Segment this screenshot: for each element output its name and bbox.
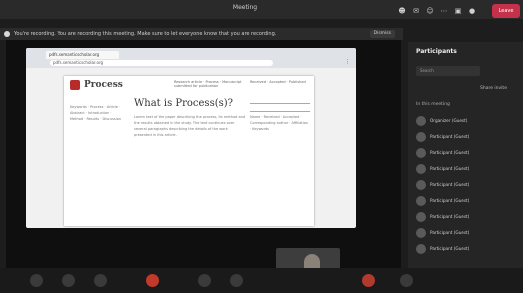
document-header-left: Research article · Process · Manuscript … [174, 80, 242, 88]
panel-title: Participants [416, 48, 457, 55]
browser-window: pdfs.semanticscholar.org pdfs.semanticsc… [26, 48, 356, 228]
avatar [416, 212, 426, 222]
meeting-controls: ☻ ✉ ☺ ⋯ ▣ ● Leave [395, 4, 520, 18]
recording-banner-text: You're recording. You are recording this… [14, 31, 277, 37]
participant-row[interactable]: Participant (Guest) [416, 242, 521, 256]
document-sidebar-text: Keywords · Process · Article · Abstract … [70, 105, 122, 121]
participant-name: Organizer (Guest) [430, 118, 468, 123]
app-icon[interactable] [30, 274, 43, 287]
participant-name: Participant (Guest) [430, 150, 470, 155]
participant-row[interactable]: Participant (Guest) [416, 130, 521, 144]
participant-name: Participant (Guest) [430, 182, 470, 187]
form-field [250, 106, 310, 112]
participant-row[interactable]: Participant (Guest) [416, 194, 521, 208]
avatar [416, 132, 426, 142]
browser-tab[interactable]: pdfs.semanticscholar.org [46, 51, 119, 59]
app-icon[interactable] [94, 274, 107, 287]
participant-name: Participant (Guest) [430, 198, 470, 203]
recording-banner: You're recording. You are recording this… [0, 28, 403, 40]
avatar [416, 164, 426, 174]
brand-logo-icon [70, 80, 80, 90]
app-icon[interactable] [230, 274, 243, 287]
avatar [416, 244, 426, 254]
mic-icon[interactable]: ● [465, 4, 479, 18]
participant-name: Participant (Guest) [430, 166, 470, 171]
form-field [250, 98, 310, 104]
avatar [416, 148, 426, 158]
chat-icon[interactable]: ✉ [409, 4, 423, 18]
participant-row[interactable]: Participant (Guest) [416, 162, 521, 176]
app-icon[interactable] [198, 274, 211, 287]
document-heading: What is Process(s)? [134, 98, 233, 109]
app-icon[interactable] [146, 274, 159, 287]
participant-name: Participant (Guest) [430, 134, 470, 139]
participants-panel: Participants Search Share invite In this… [408, 42, 523, 268]
document-header-right: Received · Accepted · Published [250, 80, 306, 84]
browser-menu-icon[interactable]: ⋮ [345, 59, 350, 65]
app-icon[interactable] [62, 274, 75, 287]
avatar [416, 116, 426, 126]
window-title: Meeting [232, 4, 258, 11]
react-icon[interactable]: ☺ [423, 4, 437, 18]
participant-search-input[interactable]: Search [416, 66, 480, 76]
avatar [416, 180, 426, 190]
participant-row[interactable]: Participant (Guest) [416, 210, 521, 224]
browser-chrome: pdfs.semanticscholar.org pdfs.semanticsc… [26, 48, 356, 68]
participant-row[interactable]: Participant (Guest) [416, 146, 521, 160]
dismiss-button[interactable]: Dismiss [369, 30, 395, 38]
taskbar [0, 268, 523, 293]
participant-row[interactable]: Participant (Guest) [416, 226, 521, 240]
participant-name: Participant (Guest) [430, 230, 470, 235]
participant-name: Participant (Guest) [430, 246, 470, 251]
section-label: In this meeting [416, 102, 450, 107]
share-invite-button[interactable]: Share invite [480, 86, 507, 91]
address-bar[interactable]: pdfs.semanticscholar.org [50, 60, 273, 66]
participant-row[interactable]: Participant (Guest) [416, 178, 521, 192]
participant-row[interactable]: Organizer (Guest) [416, 114, 521, 128]
avatar [416, 196, 426, 206]
document-body-text: Lorem text of the paper describing the p… [134, 115, 246, 137]
document-right-column: Name · Received · Accepted · Correspondi… [250, 98, 310, 132]
right-column-text: Name · Received · Accepted · Correspondi… [250, 115, 309, 131]
shared-screen: pdfs.semanticscholar.org pdfs.semanticsc… [6, 40, 401, 274]
avatar [416, 228, 426, 238]
record-icon [4, 31, 10, 37]
document-brand: Process [84, 80, 123, 90]
document-page: Process Research article · Process · Man… [64, 76, 314, 226]
app-icon[interactable] [400, 274, 413, 287]
people-icon[interactable]: ☻ [395, 4, 409, 18]
leave-button[interactable]: Leave [492, 4, 520, 18]
camera-icon[interactable]: ▣ [451, 4, 465, 18]
app-icon[interactable] [362, 274, 375, 287]
more-icon[interactable]: ⋯ [437, 4, 451, 18]
participant-name: Participant (Guest) [430, 214, 470, 219]
